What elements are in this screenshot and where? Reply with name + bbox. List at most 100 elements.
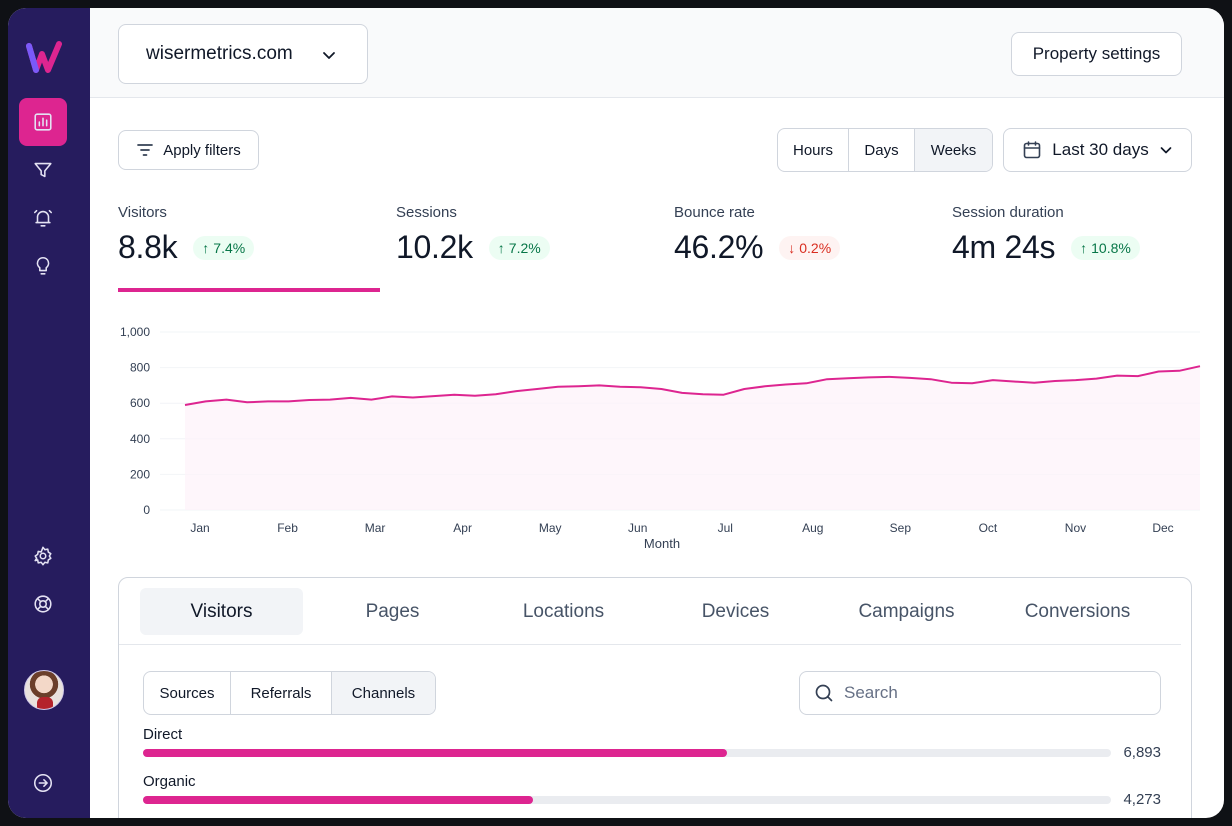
- channel-value: 6,893: [1123, 744, 1161, 761]
- stat-session-duration[interactable]: Session duration 4m 24s ↑ 10.8%: [952, 204, 1140, 266]
- nav-insights[interactable]: [19, 242, 67, 290]
- apply-filters-label: Apply filters: [163, 141, 241, 159]
- arrow-right-circle-icon: [33, 773, 53, 793]
- stat-value: 46.2%: [674, 229, 764, 265]
- x-tick-label: May: [539, 521, 562, 535]
- y-axis-labels: 0 200 400 600 800 1,000: [120, 325, 150, 517]
- y-tick-label: 400: [130, 432, 150, 446]
- granularity-hours[interactable]: Hours: [778, 129, 849, 171]
- channel-bar: [143, 749, 727, 757]
- tab-conversions[interactable]: Conversions: [996, 588, 1159, 635]
- channel-bar-track: [143, 796, 1111, 804]
- stat-value: 4m 24s: [952, 229, 1056, 265]
- x-axis-title: Month: [644, 536, 680, 551]
- granularity-days[interactable]: Days: [849, 129, 915, 171]
- tab-campaigns[interactable]: Campaigns: [825, 588, 988, 635]
- stat-label: Session duration: [952, 204, 1064, 221]
- property-settings-label: Property settings: [1032, 44, 1161, 63]
- nav-alerts[interactable]: [19, 194, 67, 242]
- site-selector[interactable]: wisermetrics.com: [118, 24, 368, 84]
- chart-area-fill: [185, 366, 1200, 510]
- chevron-down-icon: [323, 52, 335, 59]
- lightbulb-icon: [36, 256, 50, 275]
- date-range-label: Last 30 days: [1052, 140, 1149, 159]
- change-badge: ↓ 0.2%: [779, 235, 841, 260]
- x-tick-label: Sep: [890, 521, 912, 535]
- x-tick-label: Feb: [277, 521, 298, 535]
- channel-bar: [143, 796, 534, 804]
- change-badge: ↑ 7.2%: [488, 235, 550, 260]
- x-tick-label: Dec: [1152, 521, 1173, 535]
- chevron-down-icon: [1160, 147, 1172, 154]
- arrow-up-icon: ↑: [202, 239, 210, 256]
- x-tick-label: Aug: [802, 521, 823, 535]
- stat-bounce-rate[interactable]: Bounce rate 46.2% ↓ 0.2%: [674, 204, 841, 266]
- channel-value: 4,273: [1123, 791, 1161, 808]
- tab-visitors[interactable]: Visitors: [140, 588, 303, 635]
- active-stat-indicator: [118, 288, 380, 292]
- granularity-weeks[interactable]: Weeks: [915, 129, 992, 171]
- nav-settings[interactable]: [19, 532, 67, 580]
- arrow-down-icon: ↓: [788, 239, 796, 256]
- x-tick-label: Jul: [718, 521, 733, 535]
- change-badge: ↑ 7.4%: [193, 235, 255, 260]
- source-type-toggle: Sources Referrals Channels: [143, 671, 436, 715]
- change-value: 0.2%: [799, 239, 832, 256]
- granularity-toggle: Hours Days Weeks: [777, 128, 993, 172]
- nav-help[interactable]: [19, 580, 67, 628]
- stat-sessions[interactable]: Sessions 10.2k ↑ 7.2%: [396, 204, 550, 266]
- visitors-chart: 0 200 400 600 800 1,000 Jan Feb Mar Apr May Jun Jul…: [120, 325, 1201, 551]
- bell-icon: [33, 209, 53, 227]
- avatar[interactable]: [24, 670, 64, 710]
- tab-pages[interactable]: Pages: [311, 588, 474, 635]
- gear-icon: [34, 546, 52, 566]
- subtab-channels[interactable]: Channels: [332, 672, 435, 714]
- bar-chart-icon: [34, 113, 52, 131]
- list-item[interactable]: Direct 6,893: [143, 726, 1161, 761]
- nav-filters[interactable]: [19, 146, 67, 194]
- list-item[interactable]: Organic 4,273: [143, 773, 1161, 808]
- channel-bar-track: [143, 749, 1111, 757]
- x-tick-label: Oct: [979, 521, 998, 535]
- property-settings-button[interactable]: Property settings: [1011, 32, 1182, 76]
- x-tick-label: Nov: [1065, 521, 1086, 535]
- app-window: wisermetrics.com Property settings Apply…: [8, 8, 1224, 818]
- filter-icon: [34, 162, 52, 178]
- search-input[interactable]: Search: [799, 671, 1161, 715]
- tab-devices[interactable]: Devices: [654, 588, 817, 635]
- x-tick-label: Mar: [365, 521, 386, 535]
- change-badge: ↑ 10.8%: [1071, 235, 1140, 260]
- x-tick-label: Apr: [453, 521, 472, 535]
- brand-logo: [26, 41, 62, 73]
- top-bar: wisermetrics.com Property settings: [90, 8, 1224, 98]
- stat-visitors[interactable]: Visitors 8.8k ↑ 7.4%: [118, 204, 255, 266]
- nav-expand[interactable]: [19, 759, 67, 807]
- change-value: 10.8%: [1091, 239, 1131, 256]
- x-tick-label: Jun: [628, 521, 647, 535]
- stat-value: 8.8k: [118, 229, 178, 265]
- main-content: wisermetrics.com Property settings Apply…: [90, 8, 1224, 818]
- stat-value: 10.2k: [396, 229, 473, 265]
- subtab-sources[interactable]: Sources: [144, 672, 231, 714]
- date-range-picker[interactable]: Last 30 days: [1003, 128, 1192, 172]
- stat-label: Visitors: [118, 204, 167, 221]
- nav-dashboard[interactable]: [19, 98, 67, 146]
- subtab-referrals[interactable]: Referrals: [231, 672, 332, 714]
- apply-filters-button[interactable]: Apply filters: [118, 130, 259, 170]
- x-axis-labels: Jan Feb Mar Apr May Jun Jul Aug Sep Oct Nov Dec: [190, 521, 1173, 535]
- filter-lines-icon: [137, 144, 154, 156]
- tab-locations[interactable]: Locations: [482, 588, 645, 635]
- calendar-icon: [1023, 141, 1041, 159]
- stat-label: Bounce rate: [674, 204, 755, 221]
- change-value: 7.4%: [213, 239, 246, 256]
- y-tick-label: 600: [130, 396, 150, 410]
- x-tick-label: Jan: [190, 521, 209, 535]
- breakdown-tabs: Visitors Pages Locations Devices Campaig…: [119, 578, 1181, 645]
- y-tick-label: 200: [130, 467, 150, 481]
- arrow-up-icon: ↑: [1080, 239, 1088, 256]
- site-name: wisermetrics.com: [146, 43, 293, 64]
- arrow-up-icon: ↑: [497, 239, 505, 256]
- change-value: 7.2%: [508, 239, 541, 256]
- y-tick-label: 0: [143, 503, 150, 517]
- y-tick-label: 800: [130, 361, 150, 375]
